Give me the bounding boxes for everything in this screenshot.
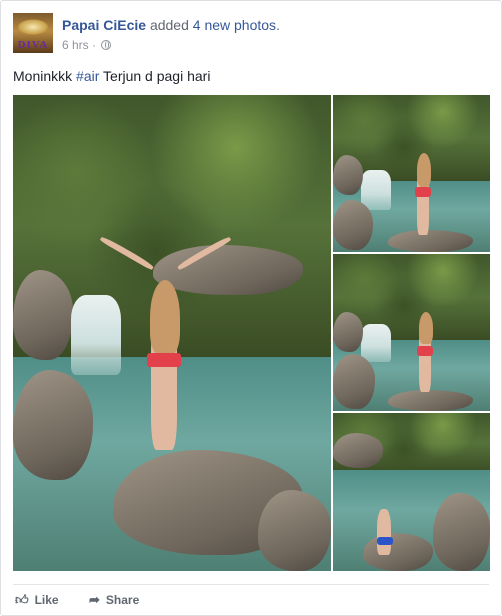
share-arrow-icon: ➦ bbox=[89, 592, 100, 607]
avatar[interactable]: DIVA bbox=[13, 13, 53, 53]
photo-rock bbox=[433, 493, 490, 571]
photo-person-hair bbox=[417, 153, 431, 187]
photo-rock bbox=[333, 312, 363, 352]
post-meta: 6 hrs · bbox=[62, 37, 112, 53]
photo-rock bbox=[13, 370, 93, 480]
photo-rock bbox=[258, 490, 331, 571]
photo-waterfall bbox=[71, 295, 121, 375]
photo-swimwear bbox=[417, 346, 433, 356]
photo-thumbnail-2[interactable] bbox=[333, 254, 490, 411]
photo-rock bbox=[388, 230, 473, 252]
photo-person bbox=[377, 509, 391, 555]
caption-text-end: Terjun d pagi hari bbox=[99, 68, 211, 84]
photo-rock bbox=[333, 354, 375, 409]
photo-rock bbox=[153, 245, 303, 295]
avatar-wings-graphic bbox=[17, 19, 49, 35]
photo-rock bbox=[13, 270, 73, 360]
caption-text-start: Moninkkk bbox=[13, 68, 77, 84]
photo-swimwear bbox=[377, 537, 393, 545]
hashtag-link[interactable]: #air bbox=[76, 68, 99, 84]
timestamp-link[interactable]: 6 hrs bbox=[62, 38, 89, 52]
post-caption: Moninkkk #air Terjun d pagi hari bbox=[13, 67, 210, 85]
share-button[interactable]: ➦ Share bbox=[89, 592, 139, 608]
feed-post: DIVA Papai CiEcie added 4 new photos. 6 … bbox=[0, 0, 502, 616]
share-label: Share bbox=[105, 593, 140, 607]
new-photos-link[interactable]: 4 new photos bbox=[193, 17, 276, 33]
photo-rock bbox=[333, 200, 373, 250]
avatar-logo-text: DIVA bbox=[17, 39, 49, 51]
meta-separator: · bbox=[92, 38, 97, 52]
author-name-link[interactable]: Papai CiEcie bbox=[62, 17, 146, 33]
post-header: Papai CiEcie added 4 new photos. bbox=[62, 16, 280, 34]
photo-rock bbox=[363, 533, 433, 571]
photo-rock bbox=[388, 390, 473, 411]
photo-person-hair bbox=[150, 280, 180, 355]
globe-icon[interactable] bbox=[101, 40, 112, 50]
photo-waterfall bbox=[361, 324, 391, 362]
photo-swimwear bbox=[147, 353, 181, 367]
post-actions-bar: 👍︎ Like ➦ Share bbox=[13, 584, 489, 613]
photo-thumbnail-3[interactable] bbox=[333, 413, 490, 571]
photo-waterfall bbox=[361, 170, 391, 210]
photo-person-hair bbox=[419, 312, 433, 344]
like-button[interactable]: 👍︎ Like bbox=[15, 592, 59, 608]
photo-rock bbox=[333, 433, 383, 468]
thumbs-up-icon: 👍︎ bbox=[15, 592, 29, 607]
photo-swimwear bbox=[415, 187, 431, 197]
like-label: Like bbox=[34, 593, 59, 607]
action-suffix: . bbox=[276, 17, 280, 33]
photo-rock bbox=[333, 155, 363, 195]
photo-thumbnail-1[interactable] bbox=[333, 95, 490, 252]
action-prefix: added bbox=[149, 17, 189, 33]
photo-main[interactable] bbox=[13, 95, 331, 571]
